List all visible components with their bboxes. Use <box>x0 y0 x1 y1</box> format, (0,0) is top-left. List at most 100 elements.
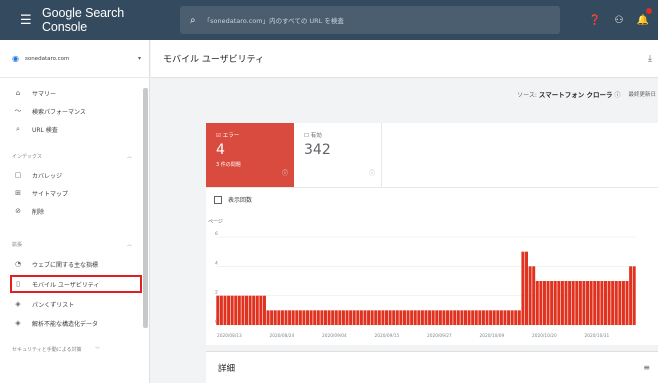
bar <box>420 310 424 325</box>
bar <box>564 281 568 325</box>
sidebar-item-removals[interactable]: ⊘ 削除 <box>0 204 142 218</box>
bar <box>424 310 428 325</box>
sidebar-item-label: 解析不能な構造化データ <box>32 320 99 328</box>
property-selector[interactable]: ◉ sonedataro.com ▾ <box>0 40 149 78</box>
valid-label: ☐ 有効 <box>304 133 322 139</box>
error-label-text: エラー <box>222 133 240 139</box>
section-security[interactable]: セキュリティと手動による対策 ﹀ <box>0 346 110 368</box>
bar <box>535 281 539 325</box>
bar <box>625 281 629 325</box>
valid-summary-tile[interactable]: ☐ 有効 342 ⓘ <box>294 123 382 187</box>
bar <box>402 310 406 325</box>
bar <box>302 310 306 325</box>
error-label: ☑ エラー <box>216 133 240 139</box>
error-summary-tile[interactable]: ☑ エラー 4 3 件の問題 ⓘ <box>206 123 294 187</box>
info-icon[interactable]: ⓘ <box>614 90 620 99</box>
bar <box>417 310 421 325</box>
export-icon[interactable]: ⤓ <box>648 54 652 64</box>
bar <box>259 295 263 325</box>
source-label: ソース: <box>517 91 537 99</box>
bar <box>528 266 532 325</box>
property-icon: ◉ <box>12 54 19 63</box>
bar <box>273 310 277 325</box>
bar <box>295 310 299 325</box>
bar <box>298 310 302 325</box>
info-icon[interactable]: ⓘ <box>369 168 375 177</box>
sidebar-item-coverage[interactable]: ▢ カバレッジ <box>0 168 142 182</box>
bar <box>395 310 399 325</box>
bar <box>578 281 582 325</box>
bar <box>496 310 500 325</box>
bar <box>460 310 464 325</box>
highlight-mobile-usability <box>10 275 142 293</box>
sidebar-scrollbar[interactable] <box>143 88 148 328</box>
bar <box>341 310 345 325</box>
x-tick-label: 2020/08/13 <box>217 333 242 339</box>
chart-card: ☑ エラー 4 3 件の問題 ⓘ ☐ 有効 342 ⓘ 表示回数 ページ0246… <box>206 123 658 345</box>
bar <box>546 281 550 325</box>
bar <box>399 310 403 325</box>
bar <box>607 281 611 325</box>
brand-title[interactable]: Google Search Console <box>42 6 170 34</box>
section-enhancements[interactable]: 拡張 ︿ <box>0 238 142 250</box>
bar <box>309 310 313 325</box>
bar <box>481 310 485 325</box>
bar <box>467 310 471 325</box>
impressions-checkbox[interactable] <box>214 195 222 204</box>
bar <box>313 310 317 325</box>
section-label: インデックス <box>12 153 42 160</box>
sidebar-item-core-web-vitals[interactable]: ◔ ウェブに関する主な指標 <box>0 257 142 271</box>
sidebar-item-breadcrumbs[interactable]: ◈ パンくずリスト <box>0 297 142 311</box>
bar <box>571 281 575 325</box>
notifications-icon[interactable]: 🔔 <box>636 15 650 26</box>
impressions-toggle[interactable]: 表示回数 <box>206 187 658 211</box>
bar <box>227 295 231 325</box>
search-input[interactable]: ⌕ 「sonedataro.com」内のすべての URL を検査 <box>180 6 560 34</box>
bar <box>385 310 389 325</box>
account-icon[interactable]: ⚇ <box>612 15 626 26</box>
bar <box>542 281 546 325</box>
bar <box>431 310 435 325</box>
bar <box>618 281 622 325</box>
sidebar-item-performance[interactable]: 〜 検索パフォーマンス <box>0 104 142 118</box>
bar <box>474 310 478 325</box>
bar <box>306 310 310 325</box>
bar <box>367 310 371 325</box>
bar <box>262 295 266 325</box>
sidebar-item-sitemaps[interactable]: ⊞ サイトマップ <box>0 186 142 200</box>
bar <box>237 295 241 325</box>
page-title: モバイル ユーザビリティ <box>163 55 265 65</box>
x-tick-label: 2020/08/24 <box>270 333 295 339</box>
bar <box>280 310 284 325</box>
bar <box>266 310 270 325</box>
dropdown-arrow-icon: ▾ <box>137 55 141 62</box>
section-index[interactable]: インデックス ︿ <box>0 150 142 162</box>
bar <box>356 310 360 325</box>
bar <box>525 251 529 325</box>
x-tick-label: 2020/10/20 <box>532 333 557 339</box>
menu-icon[interactable]: ☰ <box>20 13 34 28</box>
bar <box>392 310 396 325</box>
bar <box>216 295 220 325</box>
valid-label-text: 有効 <box>310 133 322 139</box>
help-icon[interactable]: ❓ <box>588 15 602 26</box>
top-bar: ☰ Google Search Console ⌕ 「sonedataro.co… <box>0 0 658 40</box>
bar <box>223 295 227 325</box>
sidebar-item-url-inspection[interactable]: ⌕ URL 検査 <box>0 122 142 136</box>
bar <box>234 295 238 325</box>
y-tick-label: 4 <box>215 260 218 266</box>
chevron-up-icon: ︿ <box>126 153 132 160</box>
bar <box>568 281 572 325</box>
section-label: セキュリティと手動による対策 <box>12 347 82 353</box>
search-icon: ⌕ <box>16 124 20 133</box>
sidebar-item-unparsable-data[interactable]: ◈ 解析不能な構造化データ <box>0 316 142 330</box>
chevron-up-icon: ︿ <box>126 241 132 248</box>
structured-data-icon: ◈ <box>15 300 21 308</box>
filter-icon[interactable]: ≡ <box>643 363 650 372</box>
gauge-icon: ◔ <box>14 260 22 268</box>
sitemap-icon: ⊞ <box>15 189 21 197</box>
sidebar-item-summary[interactable]: ⌂ サマリー <box>0 86 142 100</box>
x-tick-label: 2020/09/27 <box>427 333 452 339</box>
bar <box>331 310 335 325</box>
info-icon[interactable]: ⓘ <box>282 168 288 177</box>
